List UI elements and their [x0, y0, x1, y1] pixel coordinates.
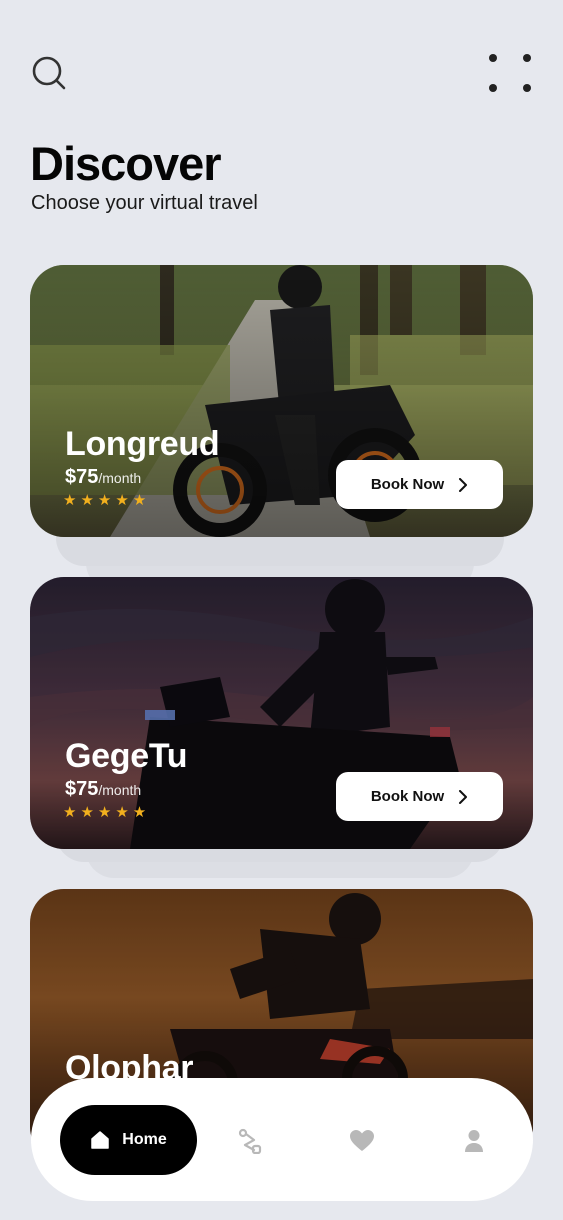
book-now-button[interactable]: Book Now	[336, 772, 503, 821]
chevron-right-icon	[459, 477, 468, 492]
page-subtitle: Choose your virtual travel	[31, 192, 258, 214]
price-amount: $75	[65, 466, 99, 488]
price-period: /month	[98, 470, 142, 486]
top-bar	[30, 52, 533, 92]
price-period: /month	[98, 782, 142, 798]
nav-home-button[interactable]: Home	[60, 1105, 197, 1175]
heart-icon[interactable]	[348, 1127, 376, 1155]
travel-card-longreud[interactable]: Longreud $75/month ★★★★★ Book Now	[30, 265, 533, 537]
chevron-right-icon	[459, 789, 468, 804]
price-amount: $75	[65, 778, 99, 800]
bottom-nav-bar: Home	[31, 1078, 533, 1201]
star-rating: ★★★★★	[63, 804, 151, 821]
user-icon[interactable]	[460, 1127, 488, 1155]
nav-home-label: Home	[122, 1131, 167, 1148]
card-title: Longreud	[65, 425, 220, 463]
book-now-label: Book Now	[370, 476, 445, 493]
home-icon	[91, 1131, 110, 1149]
star-rating: ★★★★★	[63, 492, 151, 509]
four-dots-menu-icon[interactable]	[487, 52, 533, 94]
card-title: GegeTu	[65, 737, 188, 775]
search-icon[interactable]	[30, 54, 70, 94]
travel-card-gegetu[interactable]: GegeTu $75/month ★★★★★ Book Now	[30, 577, 533, 849]
book-now-button[interactable]: Book Now	[336, 460, 503, 509]
card-price: $75/month	[65, 466, 141, 489]
page-title: Discover	[30, 137, 222, 190]
book-now-label: Book Now	[370, 788, 445, 805]
route-icon[interactable]	[236, 1127, 264, 1155]
card-price: $75/month	[65, 778, 141, 801]
